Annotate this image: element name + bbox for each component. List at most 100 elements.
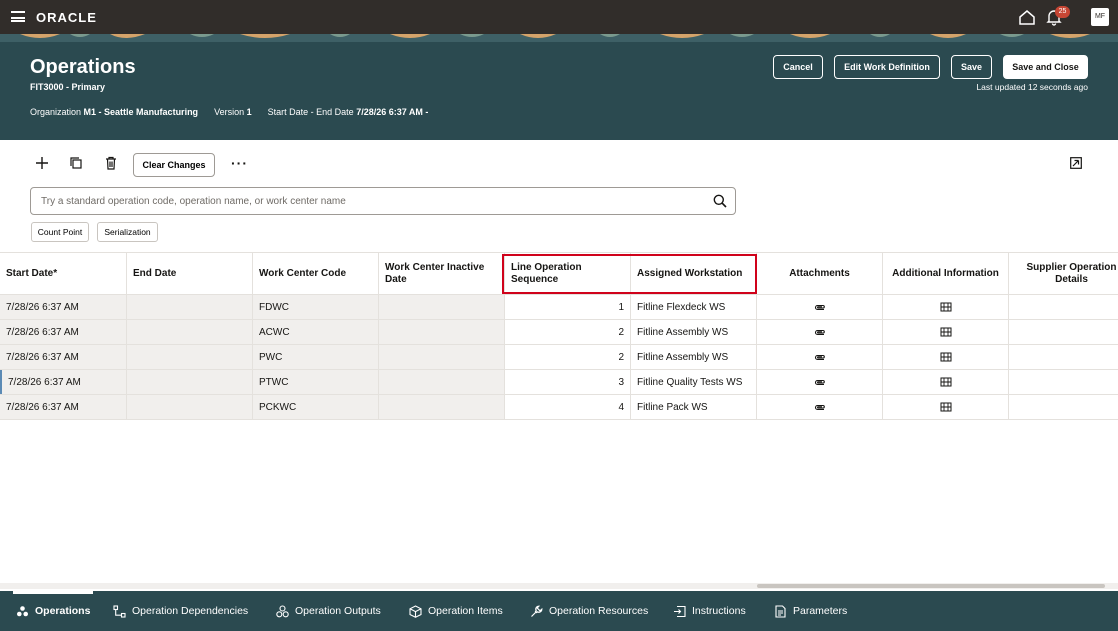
end-date-cell[interactable] xyxy=(127,370,253,394)
additional-info-cell xyxy=(883,320,1009,344)
wrench-icon xyxy=(531,605,543,617)
inactive-date-cell xyxy=(379,320,505,344)
column-header-attachments[interactable]: Attachments xyxy=(757,253,883,294)
search-box xyxy=(30,187,736,215)
column-header-start-date[interactable]: Start Date* xyxy=(0,253,127,294)
assigned-workstation-cell[interactable]: Fitline Assembly WS xyxy=(631,320,757,344)
dates-info: Start Date - End Date 7/28/26 6:37 AM - xyxy=(268,107,429,117)
search-input[interactable] xyxy=(41,193,701,209)
assigned-workstation-cell[interactable]: Fitline Flexdeck WS xyxy=(631,295,757,319)
column-header-work-center-code[interactable]: Work Center Code xyxy=(253,253,379,294)
search-icon[interactable] xyxy=(713,194,727,208)
notification-badge: 25 xyxy=(1055,6,1070,18)
box-icon xyxy=(409,604,422,618)
tab-operation-items[interactable]: Operation Items xyxy=(409,591,503,631)
column-header-work-center-inactive-date[interactable]: Work Center Inactive Date xyxy=(379,253,505,294)
end-date-cell[interactable] xyxy=(127,295,253,319)
column-header-supplier-operation-details[interactable]: Supplier Operation Details xyxy=(1009,253,1118,294)
version-label: Version xyxy=(214,107,245,117)
dependencies-icon xyxy=(113,604,126,618)
edit-work-definition-button[interactable]: Edit Work Definition xyxy=(834,55,940,79)
table-row[interactable]: 7/28/26 6:37 AM FDWC 1 Fitline Flexdeck … xyxy=(0,295,1118,320)
scrollbar-thumb[interactable] xyxy=(757,584,1105,588)
save-and-close-button[interactable]: Save and Close xyxy=(1003,55,1088,79)
cancel-button[interactable]: Cancel xyxy=(773,55,823,79)
tab-operation-outputs[interactable]: Operation Outputs xyxy=(276,591,381,631)
organization-value: M1 - Seattle Manufacturing xyxy=(83,107,199,117)
table-row[interactable]: 7/28/26 6:37 AM PWC 2 Fitline Assembly W… xyxy=(0,345,1118,370)
clear-changes-button[interactable]: Clear Changes xyxy=(133,153,215,177)
tab-label: Operation Dependencies xyxy=(132,605,249,617)
supplier-details-cell xyxy=(1009,345,1118,369)
instructions-icon xyxy=(674,605,686,617)
attachments-cell xyxy=(757,370,883,394)
tab-operation-dependencies[interactable]: Operation Dependencies xyxy=(113,591,248,631)
duplicate-icon[interactable] xyxy=(69,156,83,170)
start-date-cell: 7/28/26 6:37 AM xyxy=(0,295,127,319)
inactive-date-cell xyxy=(379,295,505,319)
line-sequence-cell[interactable]: 1 xyxy=(505,295,631,319)
tab-instructions[interactable]: Instructions xyxy=(673,591,746,631)
end-date-cell[interactable] xyxy=(127,320,253,344)
serialization-chip[interactable]: Serialization xyxy=(97,222,158,242)
additional-info-icon[interactable] xyxy=(940,302,952,312)
table-row[interactable]: 7/28/26 6:37 AM ACWC 2 Fitline Assembly … xyxy=(0,320,1118,345)
line-sequence-cell[interactable]: 4 xyxy=(505,395,631,419)
gears-icon xyxy=(17,605,28,616)
tab-operations[interactable]: Operations xyxy=(12,591,94,631)
table-row[interactable]: 7/28/26 6:37 AM PTWC 3 Fitline Quality T… xyxy=(0,370,1118,395)
page-header: Operations FIT3000 - Primary Organizatio… xyxy=(0,34,1118,140)
home-icon[interactable] xyxy=(1019,10,1035,25)
last-updated-text: Last updated 12 seconds ago xyxy=(976,82,1088,92)
additional-info-icon[interactable] xyxy=(940,352,952,362)
avatar[interactable]: MF xyxy=(1091,8,1109,26)
column-header-end-date[interactable]: End Date xyxy=(127,253,253,294)
oracle-logo[interactable]: ORACLE xyxy=(36,10,97,25)
attachment-icon[interactable] xyxy=(814,402,826,412)
attachments-cell xyxy=(757,345,883,369)
banner-pattern xyxy=(0,34,1118,42)
supplier-details-cell xyxy=(1009,295,1118,319)
attachments-cell xyxy=(757,295,883,319)
end-date-cell[interactable] xyxy=(127,345,253,369)
work-center-code-cell: PTWC xyxy=(253,370,379,394)
work-center-code-cell: PWC xyxy=(253,345,379,369)
supplier-details-cell xyxy=(1009,320,1118,344)
inactive-date-cell xyxy=(379,345,505,369)
more-actions-icon[interactable]: ··· xyxy=(231,156,248,170)
work-center-code-cell: PCKWC xyxy=(253,395,379,419)
line-sequence-cell[interactable]: 2 xyxy=(505,345,631,369)
tab-operation-resources[interactable]: Operation Resources xyxy=(530,591,648,631)
attachment-icon[interactable] xyxy=(814,352,826,362)
work-center-code-cell: ACWC xyxy=(253,320,379,344)
end-date-cell[interactable] xyxy=(127,395,253,419)
save-button[interactable]: Save xyxy=(951,55,992,79)
tab-label: Parameters xyxy=(793,605,848,617)
assigned-workstation-cell[interactable]: Fitline Quality Tests WS xyxy=(631,370,757,394)
additional-info-icon[interactable] xyxy=(940,377,952,387)
additional-info-cell xyxy=(883,395,1009,419)
add-icon[interactable] xyxy=(35,156,49,170)
tab-label: Operation Items xyxy=(428,605,503,617)
column-header-assigned-workstation[interactable]: Assigned Workstation xyxy=(631,253,757,294)
count-point-chip[interactable]: Count Point xyxy=(31,222,89,242)
detach-icon[interactable] xyxy=(1070,157,1082,169)
attachment-icon[interactable] xyxy=(814,377,826,387)
additional-info-cell xyxy=(883,370,1009,394)
additional-info-icon[interactable] xyxy=(940,327,952,337)
menu-icon[interactable] xyxy=(11,11,25,22)
additional-info-icon[interactable] xyxy=(940,402,952,412)
attachment-icon[interactable] xyxy=(814,327,826,337)
attachment-icon[interactable] xyxy=(814,302,826,312)
line-sequence-cell[interactable]: 3 xyxy=(505,370,631,394)
horizontal-scrollbar[interactable] xyxy=(0,583,1118,589)
table-row[interactable]: 7/28/26 6:37 AM PCKWC 4 Fitline Pack WS xyxy=(0,395,1118,420)
additional-info-cell xyxy=(883,345,1009,369)
tab-parameters[interactable]: Parameters xyxy=(774,591,847,631)
assigned-workstation-cell[interactable]: Fitline Pack WS xyxy=(631,395,757,419)
line-sequence-cell[interactable]: 2 xyxy=(505,320,631,344)
column-header-line-operation-sequence[interactable]: Line Operation Sequence xyxy=(505,253,631,294)
assigned-workstation-cell[interactable]: Fitline Assembly WS xyxy=(631,345,757,369)
delete-icon[interactable] xyxy=(104,156,118,170)
column-header-additional-information[interactable]: Additional Information xyxy=(883,253,1009,294)
